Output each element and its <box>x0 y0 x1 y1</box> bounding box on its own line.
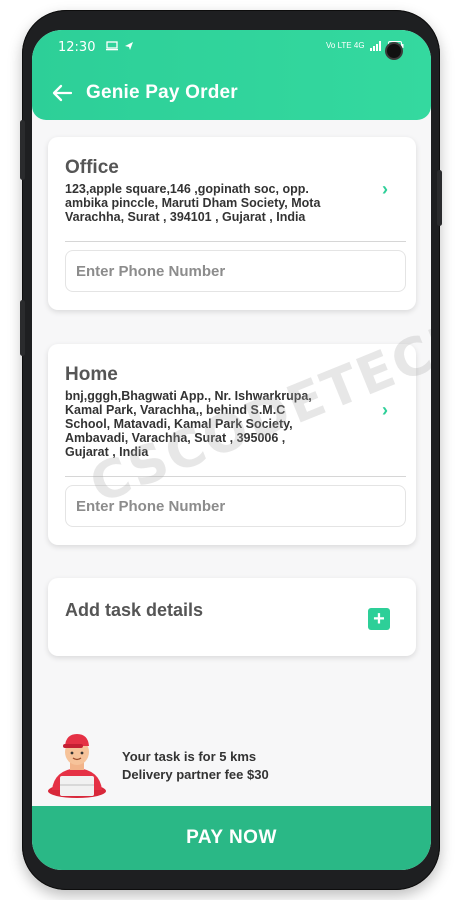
home-address-line: School, Matavadi, Kamal Park Society, <box>65 417 293 431</box>
office-title: Office <box>65 157 119 178</box>
home-title: Home <box>65 364 118 385</box>
office-address-line: Varachha, Surat , 394101 , Gujarat , Ind… <box>65 210 306 224</box>
home-address-line: bnj,gggh,Bhagwati App., Nr. Ishwarkrupa, <box>65 389 312 403</box>
delivery-person-icon <box>46 728 108 798</box>
task-title: Add task details <box>65 600 204 620</box>
office-address-card[interactable]: Office 123,apple square,146 ,gopinath so… <box>48 137 416 310</box>
home-address-line: Kamal Park, Varachha,, behind S.M.C <box>65 403 286 417</box>
app-header: 12:30 Vo LTE 4G Genie Pay Order <box>32 30 431 120</box>
back-arrow-icon[interactable] <box>52 82 74 104</box>
home-address-line: Ambavadi, Varachha, Surat , 395006 , <box>65 431 286 445</box>
send-icon <box>124 41 134 54</box>
cast-icon <box>106 41 118 54</box>
home-address-card[interactable]: Home bnj,gggh,Bhagwati App., Nr. Ishwark… <box>48 344 416 545</box>
divider <box>65 241 406 242</box>
task-details-card[interactable]: Add task details + <box>48 578 416 656</box>
front-camera <box>387 44 401 58</box>
volume-button-2 <box>20 300 25 356</box>
fee-text: Delivery partner fee $30 <box>122 767 269 782</box>
distance-text: Your task is for 5 kms <box>122 749 257 764</box>
home-address: bnj,gggh,Bhagwati App., Nr. Ishwarkrupa,… <box>65 389 350 459</box>
office-address-line: 123,apple square,146 ,gopinath soc, opp. <box>65 182 309 196</box>
office-address-line: ambika pinccle, Maruti Dham Society, Mot… <box>65 196 321 210</box>
page-title: Genie Pay Order <box>86 82 238 103</box>
office-address: 123,apple square,146 ,gopinath soc, opp.… <box>65 182 350 224</box>
add-task-button[interactable]: + <box>368 608 390 630</box>
title-row: Genie Pay Order <box>52 78 238 108</box>
pay-now-button[interactable]: PAY NOW <box>32 806 431 870</box>
power-button <box>437 170 442 226</box>
home-phone-input[interactable] <box>65 485 406 527</box>
home-address-line: Gujarat , India <box>65 445 149 459</box>
chevron-right-icon[interactable]: › <box>382 400 388 421</box>
delivery-text: Your task is for 5 kms Delivery partner … <box>122 748 269 784</box>
app-screen: 12:30 Vo LTE 4G Genie Pay Order Office 1… <box>32 30 431 870</box>
office-phone-input[interactable] <box>65 250 406 292</box>
delivery-info: Your task is for 5 kms Delivery partner … <box>46 728 416 798</box>
status-time: 12:30 <box>58 40 96 55</box>
chevron-right-icon[interactable]: › <box>382 179 388 200</box>
network-label: Vo LTE 4G <box>326 41 365 50</box>
divider <box>65 476 406 477</box>
signal-icon <box>370 41 384 54</box>
volume-button <box>20 120 25 180</box>
status-bar: 12:30 Vo LTE 4G <box>32 30 431 66</box>
